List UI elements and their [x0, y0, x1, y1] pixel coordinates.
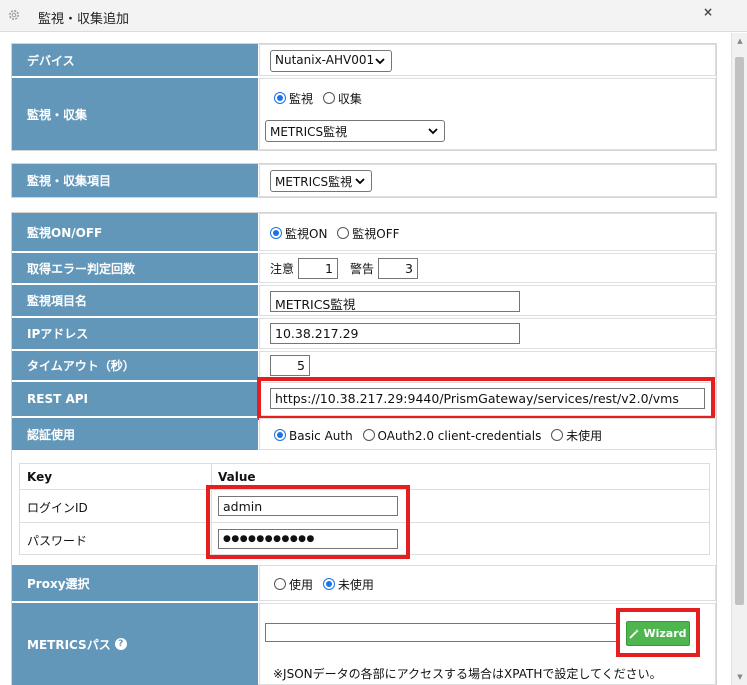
- wand-icon: [629, 629, 640, 639]
- question-circle-icon[interactable]: ?: [114, 638, 127, 650]
- password-key: パスワード: [27, 534, 88, 548]
- timeout-label: タイムアウト（秒）: [12, 351, 258, 380]
- ip-address-input[interactable]: 10.38.217.29: [270, 323, 520, 344]
- radio-auth-unused-label: 未使用: [566, 429, 603, 443]
- radio-proxy-use-label: 使用: [289, 578, 314, 592]
- radio-monitor-label: 監視: [289, 92, 314, 106]
- login-id-key: ログインID: [27, 501, 88, 515]
- warning-label: 警告: [350, 262, 375, 276]
- password-input[interactable]: ●●●●●●●●●●●: [218, 529, 398, 549]
- radio-monitor-off[interactable]: 監視OFF: [337, 227, 400, 241]
- item-name-label: 監視項目名: [12, 285, 258, 316]
- auth-radio-group: Basic Auth OAuth2.0 client-credentials 未…: [274, 427, 608, 444]
- timeout-input[interactable]: 5: [270, 355, 310, 376]
- radio-monitor-indicator[interactable]: [274, 92, 286, 104]
- auth-label: 認証使用: [12, 418, 258, 450]
- row-divider: [19, 522, 710, 523]
- scroll-up-icon[interactable]: ▲: [732, 37, 747, 45]
- caution-input[interactable]: 1: [298, 258, 338, 279]
- gear-icon: [9, 10, 19, 20]
- radio-basic-auth-indicator[interactable]: [274, 429, 286, 441]
- radio-collect-label: 収集: [337, 92, 362, 106]
- chevron-down-icon: [428, 128, 438, 135]
- value-column-header: Value: [218, 470, 256, 484]
- ip-address-label: IPアドレス: [12, 318, 258, 349]
- close-icon[interactable]: ×: [703, 5, 713, 19]
- warning-input[interactable]: 3: [378, 258, 418, 279]
- radio-oauth[interactable]: OAuth2.0 client-credentials: [362, 429, 542, 443]
- wizard-button-label: Wizard: [643, 627, 687, 640]
- device-select[interactable]: Nutanix-AHV001: [270, 50, 392, 72]
- device-label: デバイス: [12, 44, 258, 76]
- dialog-titlebar: 監視・収集追加 ×: [0, 0, 747, 32]
- radio-monitor-on[interactable]: 監視ON: [270, 227, 327, 241]
- radio-monitor[interactable]: 監視: [274, 92, 313, 106]
- header-divider: [19, 489, 710, 490]
- radio-auth-unused[interactable]: 未使用: [551, 429, 602, 443]
- radio-auth-unused-indicator[interactable]: [551, 429, 564, 441]
- radio-monitor-off-label: 監視OFF: [352, 227, 400, 241]
- rest-api-label: REST API: [12, 382, 258, 416]
- radio-proxy-use-indicator[interactable]: [274, 578, 286, 590]
- login-id-input[interactable]: admin: [218, 496, 398, 516]
- scroll-down-icon[interactable]: ▼: [732, 673, 747, 681]
- radio-proxy-unused-indicator[interactable]: [322, 578, 335, 590]
- scrollbar-thumb[interactable]: [735, 57, 744, 605]
- monitor-type-select-value: METRICS監視: [270, 125, 348, 139]
- dialog-title: 監視・収集追加: [38, 12, 130, 27]
- proxy-radio-group: 使用 未使用: [274, 576, 380, 593]
- error-count-label: 取得エラー判定回数: [12, 253, 258, 283]
- caution-label: 注意: [270, 262, 295, 276]
- radio-collect[interactable]: 収集: [322, 92, 362, 106]
- monitor-onoff-radio-group: 監視ON 監視OFF: [270, 225, 406, 242]
- radio-proxy-unused-label: 未使用: [337, 578, 374, 592]
- radio-basic-auth-label: Basic Auth: [289, 429, 353, 443]
- monitor-collect-label: 監視・収集: [12, 78, 258, 150]
- metrics-path-label-cell: METRICSパス ?: [12, 603, 258, 685]
- radio-collect-indicator[interactable]: [322, 92, 335, 104]
- radio-proxy-use[interactable]: 使用: [274, 578, 313, 592]
- chevron-down-icon: [355, 178, 365, 185]
- monitor-item-select-value: METRICS監視: [275, 175, 353, 189]
- monitor-onoff-label: 監視ON/OFF: [12, 213, 258, 251]
- rest-api-input[interactable]: https://10.38.217.29:9440/PrismGateway/s…: [270, 388, 705, 409]
- monitor-item-label: 監視・収集項目: [12, 164, 258, 197]
- proxy-label: Proxy選択: [12, 565, 258, 601]
- radio-oauth-label: OAuth2.0 client-credentials: [377, 429, 542, 443]
- item-name-input[interactable]: METRICS監視: [270, 291, 520, 312]
- metrics-path-input[interactable]: [265, 623, 620, 642]
- radio-monitor-on-label: 監視ON: [285, 227, 328, 241]
- metrics-path-note: ※JSONデータの各部にアクセスする場合はXPATHで設定してください。: [273, 667, 662, 681]
- radio-oauth-indicator[interactable]: [362, 429, 375, 441]
- key-column-header: Key: [27, 470, 53, 484]
- monitor-collect-radio-group: 監視 収集: [274, 90, 368, 107]
- device-select-value: Nutanix-AHV001: [275, 53, 375, 67]
- timeout-cell: [259, 351, 716, 380]
- wizard-button[interactable]: Wizard: [626, 621, 690, 646]
- monitor-item-select[interactable]: METRICS監視: [270, 170, 372, 192]
- vertical-scrollbar[interactable]: ▲ ▼: [731, 33, 747, 685]
- radio-proxy-unused[interactable]: 未使用: [322, 578, 374, 592]
- radio-monitor-on-indicator[interactable]: [270, 227, 282, 239]
- column-divider: [211, 463, 212, 555]
- chevron-down-icon: [375, 58, 385, 65]
- radio-monitor-off-indicator[interactable]: [337, 227, 350, 239]
- metrics-path-label: METRICSパス: [27, 637, 111, 652]
- radio-basic-auth[interactable]: Basic Auth: [274, 429, 353, 443]
- monitor-type-select[interactable]: METRICS監視: [265, 120, 445, 142]
